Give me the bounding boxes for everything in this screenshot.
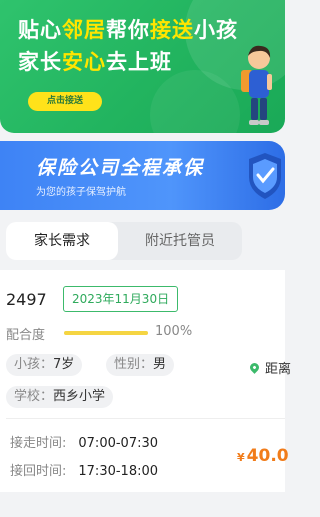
order-card[interactable]: 2497 2023年11月30日 配合度 100% 小孩：7岁 性别：男 距离 … bbox=[0, 270, 291, 492]
pickup-button[interactable]: 点击接送 bbox=[28, 92, 102, 111]
insurance-title: 保险公司全程承保 bbox=[36, 157, 205, 179]
price: ¥40.0 bbox=[237, 446, 289, 466]
distance-label: 距离 bbox=[248, 358, 291, 377]
promo-banner-pickup[interactable]: 贴心邻居帮你接送小孩 家长安心去上班 点击接送 bbox=[0, 0, 285, 133]
order-id: 2497 bbox=[6, 290, 47, 309]
pickup-time-row: 接走时间: 07:00-07:30 bbox=[10, 436, 159, 451]
banner-headline-1: 贴心邻居帮你接送小孩 bbox=[18, 18, 238, 42]
divider bbox=[6, 418, 285, 419]
gender-chip: 性别：男 bbox=[106, 354, 175, 376]
child-illustration-icon bbox=[241, 45, 272, 125]
insurance-banner[interactable]: 保险公司全程承保 为您的孩子保驾护航 bbox=[0, 141, 285, 210]
return-time-row: 接回时间: 17:30-18:00 bbox=[10, 464, 159, 479]
child-age-chip: 小孩：7岁 bbox=[6, 354, 83, 376]
banner-headline-2: 家长安心去上班 bbox=[18, 50, 172, 74]
tab-bar: 家长需求 附近托管员 bbox=[6, 222, 242, 260]
location-pin-icon bbox=[248, 361, 261, 374]
match-label: 配合度 bbox=[6, 328, 46, 343]
match-value: 100% bbox=[155, 324, 193, 339]
date-badge: 2023年11月30日 bbox=[63, 286, 179, 312]
tab-parent-requests[interactable]: 家长需求 bbox=[6, 222, 118, 260]
school-chip: 学校：西乡小学 bbox=[6, 386, 114, 408]
shield-icon bbox=[249, 153, 281, 199]
match-progress-bar bbox=[64, 331, 148, 335]
insurance-subtitle: 为您的孩子保驾护航 bbox=[36, 187, 126, 198]
match-progress-fill bbox=[64, 331, 148, 335]
tab-nearby-caretakers[interactable]: 附近托管员 bbox=[118, 222, 242, 260]
